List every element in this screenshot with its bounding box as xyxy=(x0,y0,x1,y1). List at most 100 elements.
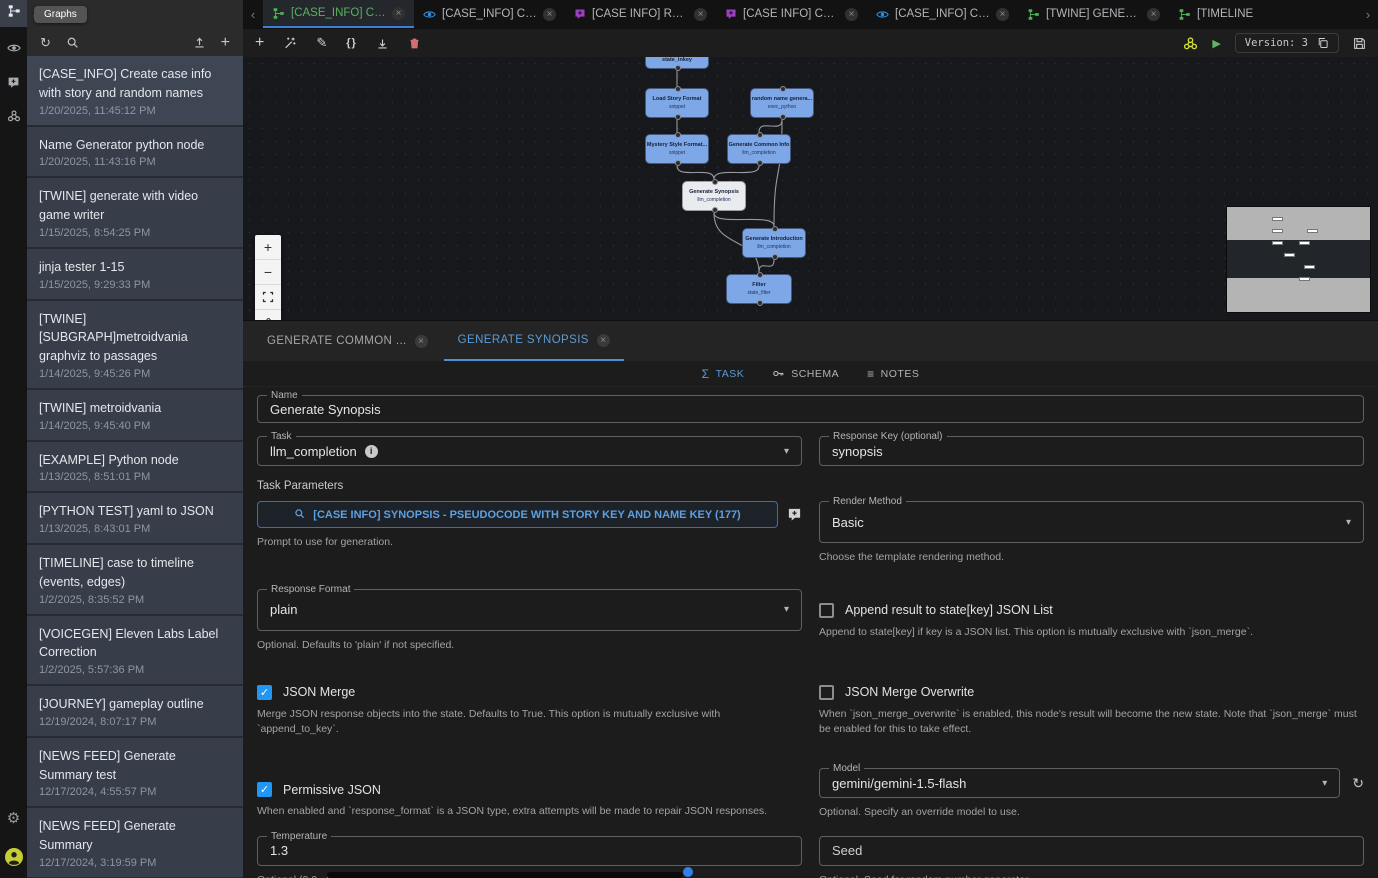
delete-icon[interactable] xyxy=(408,37,421,50)
list-item[interactable]: [NEWS FEED] Generate Summary test12/17/2… xyxy=(27,738,243,809)
list-item[interactable]: [TIMELINE] case to timeline (events, edg… xyxy=(27,545,243,616)
editor-tab[interactable]: [CASE_INFO] CRE...× xyxy=(867,0,1018,28)
list-item[interactable]: [CASE_INFO] Create case info with story … xyxy=(27,56,243,127)
close-icon[interactable]: × xyxy=(415,335,428,348)
chevron-right-icon[interactable]: › xyxy=(1358,0,1378,28)
field-label: Render Method xyxy=(829,495,906,508)
close-icon[interactable]: × xyxy=(392,7,405,20)
lock-button[interactable] xyxy=(255,310,281,320)
graph-node[interactable]: Filterstate_filter xyxy=(726,274,792,304)
task-parameters-label: Task Parameters xyxy=(257,480,1364,492)
rail-item-graphs[interactable] xyxy=(0,0,27,27)
graph-canvas[interactable]: + − state_inkey Load Story Formatsnippet r… xyxy=(243,57,1378,320)
tab-notes[interactable]: ≡ NOTES xyxy=(867,367,919,381)
list-item[interactable]: [TWINE] metroidvania1/14/2025, 9:45:40 P… xyxy=(27,390,243,442)
tab-schema[interactable]: SCHEMA xyxy=(772,367,839,380)
list-item[interactable]: [NEWS FEED] Generate Summary12/17/2024, … xyxy=(27,808,243,878)
graph-edge xyxy=(759,260,774,272)
graph-item-timestamp: 1/20/2025, 11:43:16 PM xyxy=(39,156,231,168)
tab-generate-synopsis[interactable]: GENERATE SYNOPSIS × xyxy=(444,321,624,361)
close-icon[interactable]: × xyxy=(597,334,610,347)
graph-node[interactable]: Generate Synopsisllm_completion xyxy=(682,181,746,211)
refresh-icon[interactable]: ↻ xyxy=(40,35,51,51)
graph-node[interactable]: random name genera...exec_python xyxy=(750,88,814,118)
json-merge-checkbox[interactable]: ✓ xyxy=(257,685,272,700)
graph-node[interactable]: Load Story Formatsnippet xyxy=(645,88,709,118)
close-icon[interactable]: × xyxy=(1147,8,1160,21)
editor-tab[interactable]: [CASE INFO] REVI...× xyxy=(565,0,716,28)
save-icon[interactable] xyxy=(1353,37,1366,50)
seed-field[interactable]: Seed xyxy=(819,836,1364,866)
list-item[interactable]: [TWINE][SUBGRAPH]metroidvania graphviz t… xyxy=(27,301,243,390)
chevron-down-icon: ▾ xyxy=(784,446,789,457)
edit-pen-icon[interactable]: ✎ xyxy=(316,35,327,51)
upload-icon[interactable] xyxy=(193,36,206,49)
list-item[interactable]: [VOICEGEN] Eleven Labs Label Correction1… xyxy=(27,616,243,687)
list-item[interactable]: [PYTHON TEST] yaml to JSON1/13/2025, 8:4… xyxy=(27,493,243,545)
model-select[interactable]: Model gemini/gemini-1.5-flash ▾ xyxy=(819,768,1340,798)
response-format-select[interactable]: Response Format plain ▾ xyxy=(257,589,802,631)
editor-tab[interactable]: [TWINE] GENERAT...× xyxy=(1018,0,1169,28)
append-result-checkbox[interactable] xyxy=(819,603,834,618)
graph-item-title: [TWINE] metroidvania xyxy=(39,399,231,418)
list-item[interactable]: [EXAMPLE] Python node1/13/2025, 8:51:01 … xyxy=(27,442,243,494)
tab-task[interactable]: Σ TASK xyxy=(702,367,745,381)
list-item[interactable]: jinja tester 1-151/15/2025, 9:29:33 PM xyxy=(27,249,243,301)
new-prompt-icon[interactable] xyxy=(787,507,802,522)
editor-tab[interactable]: [CASE_INFO] CRE...× xyxy=(414,0,565,28)
graph-node[interactable]: Generate Introductionllm_completion xyxy=(742,228,806,258)
panel-resize-handle[interactable] xyxy=(683,867,693,877)
notes-icon: ≡ xyxy=(867,367,875,381)
info-icon[interactable]: i xyxy=(365,445,378,458)
add-graph-button[interactable]: + xyxy=(221,34,230,52)
zoom-in-button[interactable]: + xyxy=(255,235,281,260)
render-method-select[interactable]: Render Method Basic ▾ xyxy=(819,501,1364,543)
minimap-viewport xyxy=(1227,240,1370,278)
name-field[interactable]: Name Generate Synopsis xyxy=(257,395,1364,423)
tab-generate-common[interactable]: GENERATE COMMON ... × xyxy=(253,321,442,361)
webhook-run-icon[interactable] xyxy=(1183,36,1198,51)
json-merge-overwrite-checkbox[interactable] xyxy=(819,685,834,700)
task-select[interactable]: Task llm_completion i ▾ xyxy=(257,436,802,466)
editor-tab[interactable]: [CASE_INFO] CRE...× xyxy=(263,0,414,28)
close-icon[interactable]: × xyxy=(694,8,707,21)
graph-node[interactable]: Generate Common Infollm_completion xyxy=(727,134,791,164)
list-item[interactable]: Name Generator python node1/20/2025, 11:… xyxy=(27,127,243,179)
add-node-button[interactable]: + xyxy=(255,34,264,52)
list-item[interactable]: [JOURNEY] gameplay outline12/19/2024, 8:… xyxy=(27,686,243,738)
close-icon[interactable]: × xyxy=(996,8,1009,21)
rail-item-webhooks[interactable] xyxy=(0,105,27,132)
chevron-left-icon[interactable]: ‹ xyxy=(243,0,263,28)
settings-button[interactable]: ⚙ xyxy=(0,804,27,831)
search-icon[interactable] xyxy=(66,36,79,49)
editor-tab[interactable]: [TIMELINE xyxy=(1169,0,1358,28)
graph-node[interactable]: Mystery Style Format...snippet xyxy=(645,134,709,164)
list-item[interactable]: [TWINE] generate with video game writer1… xyxy=(27,178,243,249)
graph-node[interactable]: state_inkey xyxy=(645,57,709,69)
download-icon[interactable] xyxy=(376,37,389,50)
minimap-node xyxy=(1299,277,1310,281)
avatar[interactable] xyxy=(5,848,23,866)
horizontal-scrollbar[interactable] xyxy=(327,872,683,878)
detail-tabs: Σ TASK SCHEMA ≡ NOTES xyxy=(243,361,1378,387)
permissive-json-checkbox[interactable]: ✓ xyxy=(257,782,272,797)
json-view-icon[interactable]: {} xyxy=(346,37,357,49)
rail-item-prompts[interactable] xyxy=(0,71,27,98)
close-icon[interactable]: × xyxy=(845,8,858,21)
run-button[interactable]: ▶ xyxy=(1212,37,1220,50)
copy-icon[interactable] xyxy=(1317,37,1329,49)
field-label: Name xyxy=(267,389,302,402)
rail-item-viewer[interactable] xyxy=(0,37,27,64)
close-icon[interactable]: × xyxy=(543,8,556,21)
minimap[interactable] xyxy=(1227,207,1370,312)
response-key-field[interactable]: Response Key (optional) synopsis xyxy=(819,436,1364,466)
field-label: Response Format xyxy=(267,583,354,596)
fit-view-button[interactable] xyxy=(255,285,281,310)
temperature-field[interactable]: Temperature 1.3 xyxy=(257,836,802,866)
refresh-models-icon[interactable]: ↻ xyxy=(1352,775,1364,792)
auto-layout-icon[interactable] xyxy=(283,36,297,50)
webhook-icon xyxy=(7,109,21,128)
prompt-select-button[interactable]: [CASE INFO] SYNOPSIS - PSEUDOCODE WITH S… xyxy=(257,501,778,528)
editor-tab[interactable]: [CASE INFO] CRE...× xyxy=(716,0,867,28)
zoom-out-button[interactable]: − xyxy=(255,260,281,285)
